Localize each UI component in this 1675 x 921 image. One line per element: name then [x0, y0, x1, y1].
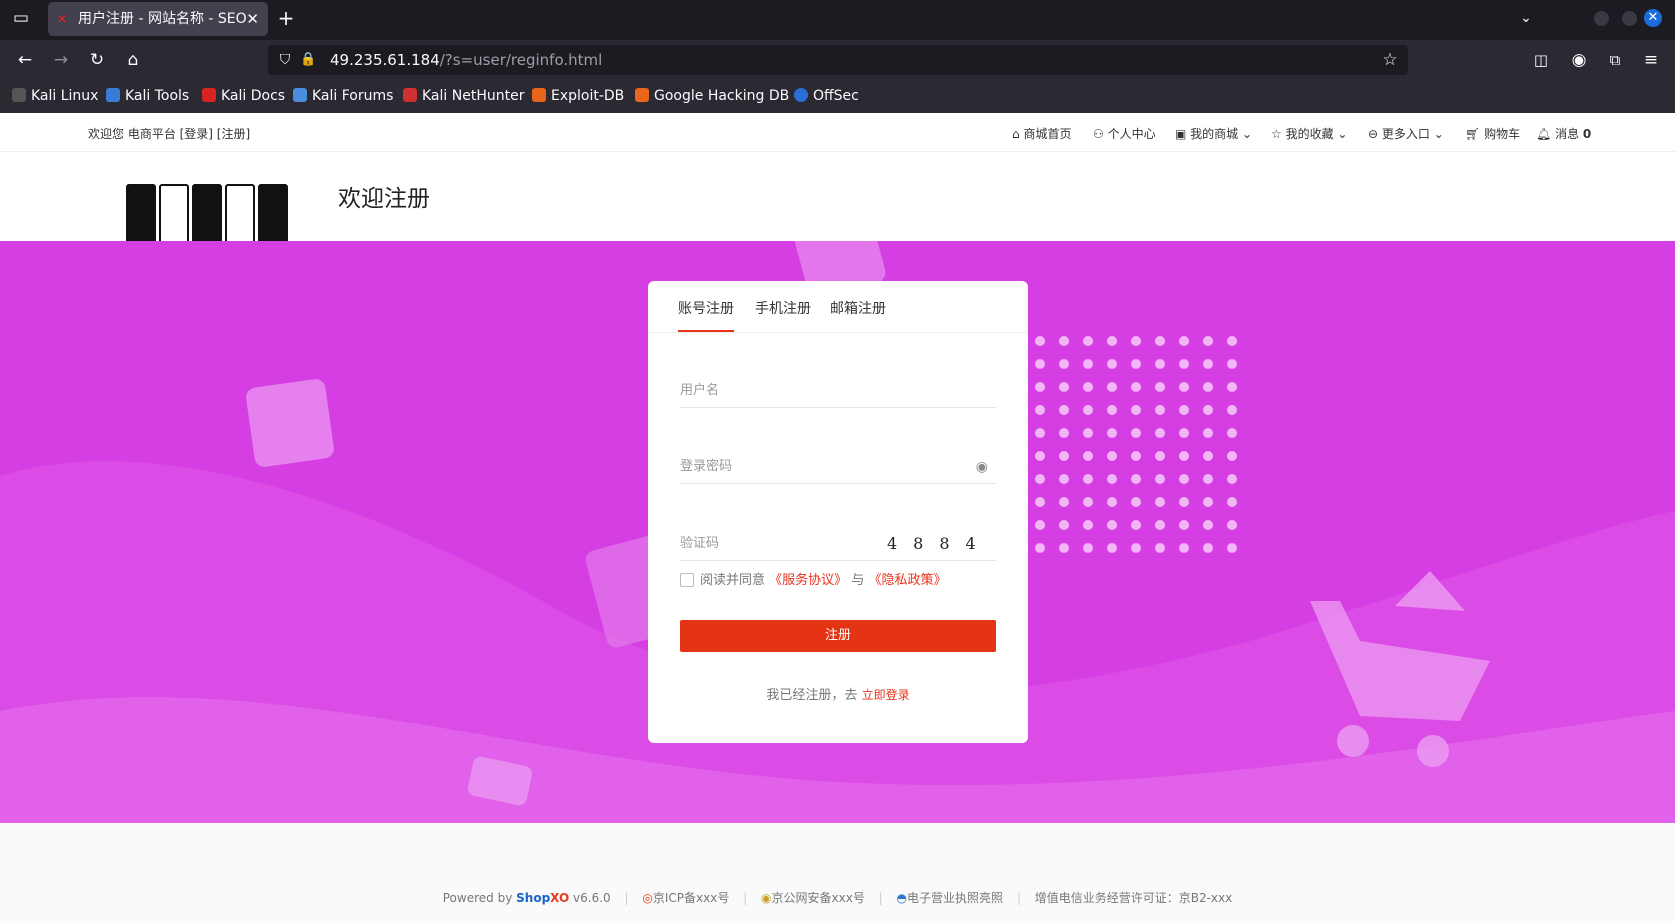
captcha-image[interactable]: 4884 — [873, 528, 993, 560]
mall-icon: ▣ — [1175, 127, 1191, 141]
page-title: 欢迎注册 — [338, 186, 430, 212]
icp-link[interactable]: 京ICP备xxx号 — [653, 891, 729, 905]
back-icon[interactable]: ← — [14, 50, 36, 70]
agree-prefix: 阅读并同意 — [700, 573, 766, 588]
bookmark-kali-docs[interactable]: Kali Docs — [202, 88, 285, 104]
cart-icon: 🛒︎ — [1465, 127, 1485, 141]
license-link[interactable]: 电子营业执照亮照 — [907, 891, 1003, 905]
bookmarks-toolbar: Kali Linux Kali Tools Kali Docs Kali For… — [0, 80, 1675, 113]
username-field[interactable]: 用户名 — [680, 374, 996, 408]
close-tab-icon[interactable]: ✕ — [246, 2, 259, 36]
extensions-icon[interactable]: ⧉ — [1604, 50, 1626, 70]
icp-icon: ◎ — [642, 891, 653, 905]
privacy-policy-link[interactable]: 《隐私政策》 — [868, 573, 946, 588]
register-card: 账号注册 手机注册 邮箱注册 用户名 登录密码 ◉ 验证码 4884 阅读并同意… — [648, 281, 1028, 743]
agreement-row: 阅读并同意 《服务协议》 与 《隐私政策》 — [680, 569, 946, 588]
close-window-button[interactable]: ✕ — [1644, 9, 1662, 27]
password-field[interactable]: 登录密码 ◉ — [680, 450, 996, 484]
user-icon: ⚇ — [1093, 127, 1108, 141]
navigation-bar: ← → ↻ ⌂ ⛉ 🔒 49.235.61.184/?s=user/reginf… — [0, 40, 1675, 80]
version-text: v6.6.0 — [573, 891, 611, 905]
site-topbar: 欢迎您 电商平台 [登录] [注册] ⌂ 商城首页 ⚇ 个人中心 ▣ 我的商城 … — [0, 113, 1675, 152]
nav-messages[interactable]: 🔔︎ 消息 0 — [1536, 125, 1591, 142]
account-icon[interactable]: ◉ — [1568, 50, 1590, 70]
bookmark-exploit-db[interactable]: Exploit-DB — [532, 88, 624, 104]
footer-band — [0, 823, 1675, 921]
shopxo-link[interactable]: ShopXO — [516, 891, 569, 905]
username-placeholder: 用户名 — [680, 383, 720, 398]
welcome-text[interactable]: 欢迎您 电商平台 [登录] [注册] — [88, 125, 250, 142]
minimize-window-button[interactable] — [1594, 11, 1609, 26]
powered-by-text: Powered by — [442, 891, 513, 905]
login-now-link[interactable]: 立即登录 — [862, 688, 910, 702]
chevron-down-icon: ⌄ — [1238, 127, 1253, 141]
nav-my-mall[interactable]: ▣ 我的商城 ⌄ — [1175, 125, 1252, 142]
site-logo[interactable] — [126, 184, 288, 242]
bell-icon: 🔔︎ — [1536, 127, 1556, 141]
register-submit-button[interactable]: 注册 — [680, 620, 996, 652]
chevron-down-icon: ⌄ — [1429, 127, 1444, 141]
tab-title: 用户注册 - 网站名称 - SEO — [78, 11, 247, 27]
tab-favicon-icon: ✕ — [57, 12, 68, 26]
captcha-placeholder: 验证码 — [680, 536, 720, 551]
lock-icon[interactable]: 🔒 — [300, 50, 316, 70]
tab-overflow-chevron-icon[interactable]: ⌄ — [1516, 8, 1536, 28]
bookmark-kali-nethunter[interactable]: Kali NetHunter — [403, 88, 524, 104]
site-header: 欢迎注册 — [0, 152, 1675, 242]
chevron-down-icon: ⌄ — [1333, 127, 1348, 141]
browser-tab[interactable]: ✕ 用户注册 - 网站名称 - SEO ✕ — [48, 2, 268, 36]
forward-icon[interactable]: → — [50, 50, 72, 70]
agree-and: 与 — [851, 573, 865, 588]
register-tabs: 账号注册 手机注册 邮箱注册 — [648, 281, 1028, 333]
tab-email-register[interactable]: 邮箱注册 — [830, 298, 886, 318]
new-tab-icon[interactable]: + — [276, 8, 296, 28]
url-host: 49.235.61.184 — [330, 51, 440, 69]
more-icon: ⊖ — [1368, 127, 1382, 141]
nav-home[interactable]: ⌂ 商城首页 — [1012, 125, 1071, 142]
active-tab-indicator — [678, 330, 734, 332]
service-agreement-link[interactable]: 《服务协议》 — [769, 573, 847, 588]
url-path: /?s=user/reginfo.html — [439, 51, 603, 69]
bookmark-google-hacking-db[interactable]: Google Hacking DB — [635, 88, 789, 104]
browser-chrome: ▭ ✕ 用户注册 - 网站名称 - SEO ✕ + ⌄ ✕ ← → ↻ ⌂ ⛉ … — [0, 0, 1675, 113]
menu-icon[interactable]: ≡ — [1640, 50, 1662, 70]
reload-icon[interactable]: ↻ — [86, 50, 108, 70]
url-bar[interactable]: ⛉ 🔒 49.235.61.184/?s=user/reginfo.html ☆ — [268, 45, 1408, 75]
captcha-field[interactable]: 验证码 4884 — [680, 527, 996, 561]
show-password-eye-icon[interactable]: ◉ — [976, 450, 988, 484]
site-footer: Powered by ShopXO v6.6.0 | ◎京ICP备xxx号 | … — [442, 891, 1233, 905]
star-icon: ☆ — [1271, 127, 1286, 141]
nav-cart[interactable]: 🛒︎ 购物车 — [1465, 125, 1520, 142]
nav-user-center[interactable]: ⚇ 个人中心 — [1093, 125, 1156, 142]
nav-favorites[interactable]: ☆ 我的收藏 ⌄ — [1271, 125, 1347, 142]
bookmark-offsec[interactable]: OffSec — [794, 88, 859, 104]
police-icon: ◉ — [761, 891, 772, 905]
home-icon: ⌂ — [1012, 127, 1024, 141]
agree-checkbox[interactable] — [680, 573, 694, 587]
nav-more[interactable]: ⊖ 更多入口 ⌄ — [1368, 125, 1444, 142]
bookmark-kali-linux[interactable]: Kali Linux — [12, 88, 98, 104]
police-link[interactable]: 京公网安备xxx号 — [772, 891, 865, 905]
bookmark-star-icon[interactable]: ☆ — [1380, 50, 1400, 70]
login-prompt-text: 我已经注册，去 — [766, 688, 858, 703]
bookmark-kali-forums[interactable]: Kali Forums — [293, 88, 393, 104]
bookmark-kali-tools[interactable]: Kali Tools — [106, 88, 189, 104]
tab-phone-register[interactable]: 手机注册 — [755, 298, 811, 318]
message-count: 0 — [1582, 127, 1592, 141]
tab-account-register[interactable]: 账号注册 — [678, 298, 734, 318]
pocket-icon[interactable]: ◫ — [1530, 50, 1552, 70]
tab-strip: ▭ ✕ 用户注册 - 网站名称 - SEO ✕ + ⌄ ✕ — [0, 0, 1675, 38]
page: 欢迎您 电商平台 [登录] [注册] ⌂ 商城首页 ⚇ 个人中心 ▣ 我的商城 … — [0, 113, 1675, 921]
shield-icon[interactable]: ⛉ — [276, 50, 294, 70]
telecom-license-text[interactable]: 增值电信业务经营许可证：京B2-xxx — [1035, 891, 1233, 905]
license-icon: ◓ — [896, 891, 908, 905]
dot-pattern — [1035, 336, 1237, 553]
password-placeholder: 登录密码 — [680, 459, 733, 474]
home-icon[interactable]: ⌂ — [122, 50, 144, 70]
tab-list-icon[interactable]: ▭ — [10, 8, 32, 28]
login-prompt: 我已经注册，去 立即登录 — [648, 684, 1028, 703]
maximize-window-button[interactable] — [1622, 11, 1637, 26]
